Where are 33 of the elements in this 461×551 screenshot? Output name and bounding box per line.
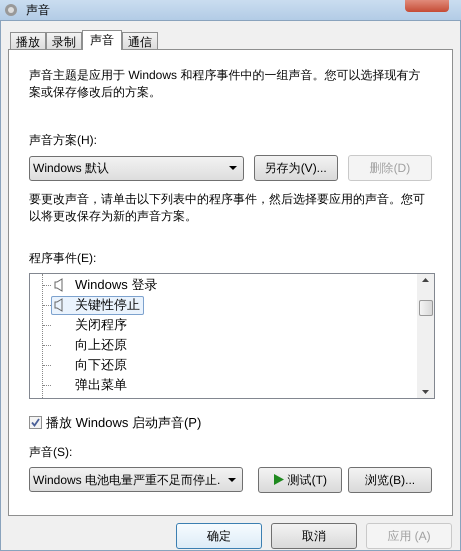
event-item[interactable]: 关键性停止 xyxy=(51,296,144,314)
dialog-button[interactable]: 确定 xyxy=(176,523,262,549)
save-as-button[interactable]: 另存为(V)... xyxy=(254,155,338,181)
events-label: 程序事件(E): xyxy=(29,250,98,267)
test-button[interactable]: 测试(T) xyxy=(258,466,342,492)
tab[interactable]: 播放 xyxy=(10,32,46,49)
scroll-down-icon[interactable] xyxy=(422,390,429,394)
sound-label: 声音(S): xyxy=(29,444,74,460)
sound-dropdown[interactable]: Windows 电池电量严重不足而停止. xyxy=(29,467,243,492)
browse-button[interactable]: 浏览(B)... xyxy=(348,466,432,492)
window-title: 声音 xyxy=(26,2,50,19)
scrollbar[interactable] xyxy=(417,274,434,398)
check-icon xyxy=(31,418,40,428)
tab[interactable]: 录制 xyxy=(46,32,82,49)
dialog-button[interactable]: 取消 xyxy=(271,523,357,549)
scroll-up-icon[interactable] xyxy=(422,278,429,282)
startup-sound-checkbox[interactable]: 播放 Windows 启动声音(P) xyxy=(29,413,432,432)
play-icon xyxy=(274,474,284,485)
dropdown-arrow-icon xyxy=(228,166,237,170)
tab[interactable]: 声音 xyxy=(82,30,122,50)
description-text: 声音主题是应用于 Windows 和程序事件中的一组声音。您可以选择现有方案或保存修改后的方案。 xyxy=(29,67,422,101)
scroll-thumb[interactable] xyxy=(418,300,432,316)
event-item[interactable]: Windows 登录 xyxy=(51,276,162,294)
scheme-label: 声音方案(H): xyxy=(29,132,98,149)
event-item[interactable]: 向下还原 xyxy=(51,356,131,374)
scheme-dropdown[interactable]: Windows 默认 xyxy=(29,156,244,180)
instructions-text: 要更改声音，请单击以下列表中的程序事件，然后选择要应用的声音。您可以将更改保存为新的声音方案。 xyxy=(29,191,426,225)
tab[interactable]: 通信 xyxy=(122,32,158,49)
event-item[interactable]: 向上还原 xyxy=(51,336,131,354)
event-item[interactable]: 弹出菜单 xyxy=(51,376,131,394)
checkbox[interactable] xyxy=(29,416,42,430)
event-item[interactable]: 关闭程序 xyxy=(51,316,131,334)
dropdown-arrow-icon xyxy=(228,478,236,482)
